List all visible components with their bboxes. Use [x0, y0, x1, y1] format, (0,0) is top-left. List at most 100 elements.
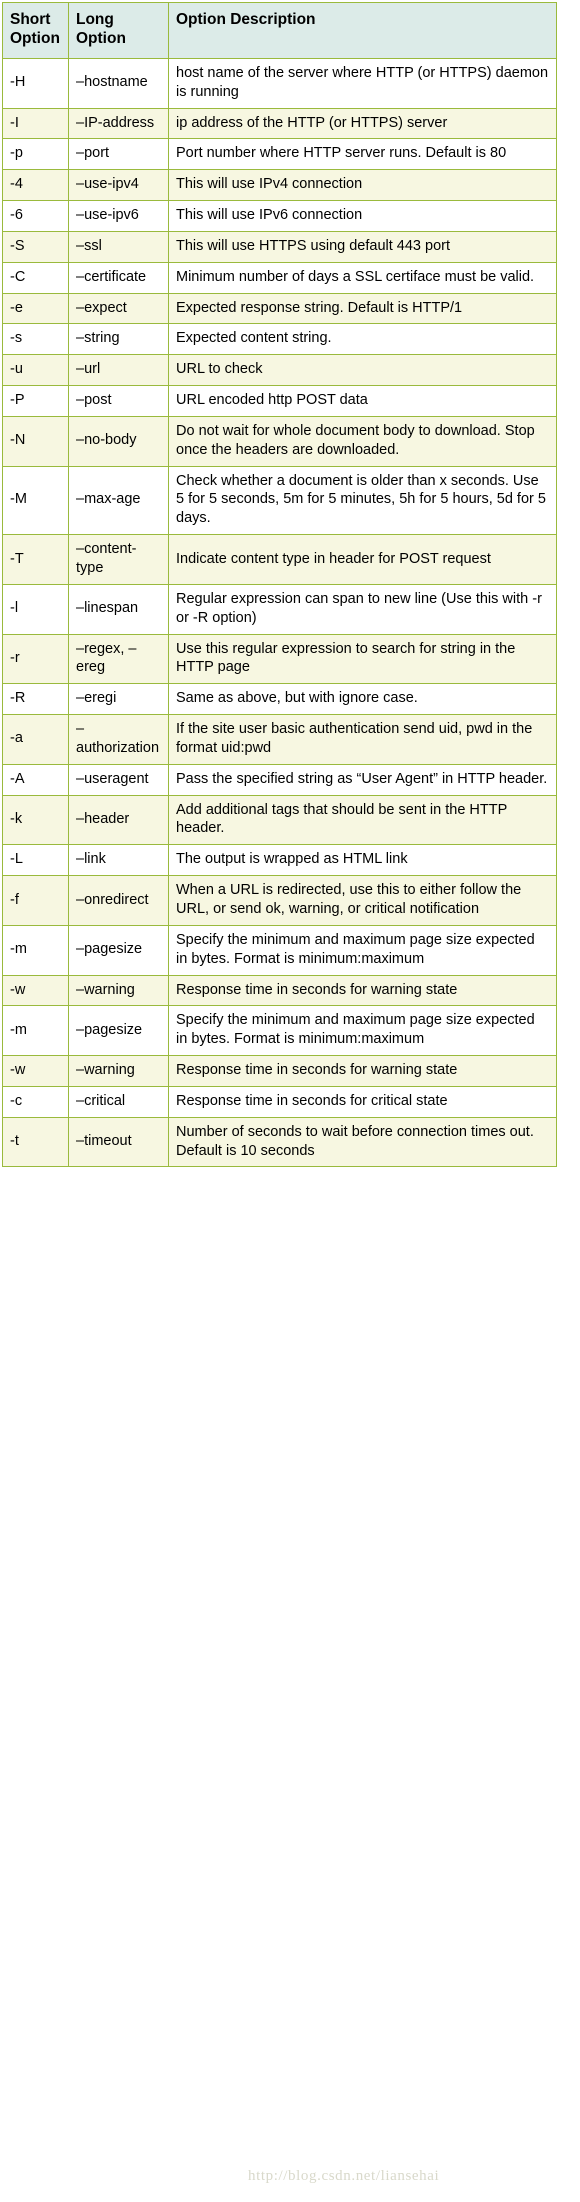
table-header: Short Option Long Option Option Descript…	[2, 2, 557, 59]
cell-long-option: – authorization	[68, 714, 169, 765]
cell-short-option: -s	[2, 323, 69, 356]
cell-option-description: Check whether a document is older than x…	[168, 465, 557, 536]
cell-option-description: Specify the minimum and maximum page siz…	[168, 1005, 557, 1057]
cell-short-option: -a	[2, 714, 69, 765]
cell-option-description: Add additional tags that should be sent …	[168, 794, 557, 846]
cell-long-option: –port	[68, 138, 169, 171]
table-row: -a – authorization If the site user basic …	[2, 714, 557, 765]
cell-option-description: Indicate content type in header for POST…	[168, 534, 557, 585]
cell-short-option: -m	[2, 1005, 69, 1057]
cell-short-option: -l	[2, 583, 69, 635]
cell-option-description: The output is wrapped as HTML link	[168, 844, 557, 877]
table-row: -S –ssl This will use HTTPS using default …	[2, 230, 557, 263]
cell-long-option: –expect	[68, 292, 169, 325]
table-row: -N –no-body Do not wait for whole document…	[2, 415, 557, 467]
cell-short-option: -w	[2, 1055, 69, 1087]
table-body: -H –hostname host name of the server where…	[2, 57, 557, 1168]
cell-long-option: –max-age	[68, 465, 169, 536]
table-row: -M –max-age Check whether a document is ol…	[2, 465, 557, 536]
cell-option-description: URL encoded http POST data	[168, 385, 557, 417]
cell-short-option: -c	[2, 1085, 69, 1118]
cell-option-description: Expected content string.	[168, 323, 557, 356]
table-row: -m –pagesize Specify the minimum and maxim…	[2, 1005, 557, 1057]
cell-option-description: This will use IPv6 connection	[168, 200, 557, 232]
cell-option-description: Same as above, but with ignore case.	[168, 683, 557, 716]
cell-short-option: -S	[2, 230, 69, 263]
cell-option-description: Response time in seconds for warning sta…	[168, 1055, 557, 1087]
cell-short-option: -k	[2, 794, 69, 846]
cell-option-description: This will use HTTPS using default 443 po…	[168, 230, 557, 263]
table-row: -p –port Port number where HTTP server run…	[2, 138, 557, 171]
cell-option-description: Regular expression can span to new line …	[168, 583, 557, 635]
cell-short-option: -e	[2, 292, 69, 325]
cell-option-description: Expected response string. Default is HTT…	[168, 292, 557, 325]
cell-long-option: –post	[68, 385, 169, 417]
cell-short-option: -u	[2, 354, 69, 387]
cell-short-option: -P	[2, 385, 69, 417]
table-row: -k –header Add additional tags that should…	[2, 794, 557, 846]
cell-long-option: –certificate	[68, 261, 169, 294]
cell-long-option: –string	[68, 323, 169, 356]
table-row: -C –certificate Minimum number of days a S…	[2, 261, 557, 294]
cell-long-option: –no-body	[68, 415, 169, 467]
cell-short-option: -R	[2, 683, 69, 716]
cell-short-option: -f	[2, 875, 69, 926]
cell-short-option: -r	[2, 633, 69, 685]
table-row: -w –warning Response time in seconds for w…	[2, 1055, 557, 1087]
cell-long-option: –warning	[68, 974, 169, 1007]
cell-short-option: -p	[2, 138, 69, 171]
cell-option-description: Response time in seconds for warning sta…	[168, 974, 557, 1007]
cell-long-option: –url	[68, 354, 169, 387]
table-row: -6 –use-ipv6 This will use IPv6 connection	[2, 200, 557, 232]
table-row: -4 –use-ipv4 This will use IPv4 connection	[2, 169, 557, 202]
table-row: -m –pagesize Specify the minimum and maxim…	[2, 924, 557, 976]
table-row: -P –post URL encoded http POST data	[2, 385, 557, 417]
table-row: -I –IP-address ip address of the HTTP (or …	[2, 107, 557, 140]
table-row: -u –url URL to check	[2, 354, 557, 387]
table-header-row: Short Option Long Option Option Descript…	[2, 2, 557, 59]
cell-long-option: –onredirect	[68, 875, 169, 926]
cell-long-option: –hostname	[68, 57, 169, 109]
cell-option-description: Do not wait for whole document body to d…	[168, 415, 557, 467]
cell-long-option: –use-ipv4	[68, 169, 169, 202]
cell-short-option: -m	[2, 924, 69, 976]
cell-short-option: -N	[2, 415, 69, 467]
cell-option-description: Use this regular expression to search fo…	[168, 633, 557, 685]
cell-long-option: –ssl	[68, 230, 169, 263]
table-row: -c –critical Response time in seconds for …	[2, 1085, 557, 1118]
table-row: -e –expect Expected response string. Defau…	[2, 292, 557, 325]
cell-long-option: –content-type	[68, 534, 169, 585]
options-table: Short Option Long Option Option Descript…	[2, 2, 557, 1168]
cell-long-option: –link	[68, 844, 169, 877]
cell-short-option: -C	[2, 261, 69, 294]
table-row: -l –linespan Regular expression can span t…	[2, 583, 557, 635]
cell-long-option: –pagesize	[68, 1005, 169, 1057]
cell-option-description: When a URL is redirected, use this to ei…	[168, 875, 557, 926]
cell-long-option: –critical	[68, 1085, 169, 1118]
cell-option-description: host name of the server where HTTP (or H…	[168, 57, 557, 109]
cell-option-description: Minimum number of days a SSL certiface m…	[168, 261, 557, 294]
table-row: -w –warning Response time in seconds for w…	[2, 974, 557, 1007]
cell-short-option: -M	[2, 465, 69, 536]
cell-option-description: If the site user basic authentication se…	[168, 714, 557, 765]
cell-long-option: –header	[68, 794, 169, 846]
cell-option-description: Port number where HTTP server runs. Defa…	[168, 138, 557, 171]
cell-option-description: Pass the specified string as “User Agent…	[168, 763, 557, 796]
table-row: -T –content-type Indicate content type in …	[2, 534, 557, 585]
cell-long-option: –warning	[68, 1055, 169, 1087]
table-row: -H –hostname host name of the server where…	[2, 57, 557, 109]
watermark-text: http://blog.csdn.net/liansehai	[248, 2168, 440, 2184]
cell-option-description: ip address of the HTTP (or HTTPS) server	[168, 107, 557, 140]
column-header-option-description: Option Description	[168, 2, 557, 59]
cell-short-option: -4	[2, 169, 69, 202]
cell-long-option: –eregi	[68, 683, 169, 716]
cell-long-option: –use-ipv6	[68, 200, 169, 232]
table-row: -R –eregi Same as above, but with ignore c…	[2, 683, 557, 716]
table-row: -r –regex, –ereg Use this regular expressi…	[2, 633, 557, 685]
table-row: -L –link The output is wrapped as HTML lin…	[2, 844, 557, 877]
cell-option-description: This will use IPv4 connection	[168, 169, 557, 202]
cell-short-option: -t	[2, 1116, 69, 1168]
cell-long-option: –regex, –ereg	[68, 633, 169, 685]
cell-short-option: -6	[2, 200, 69, 232]
cell-short-option: -L	[2, 844, 69, 877]
